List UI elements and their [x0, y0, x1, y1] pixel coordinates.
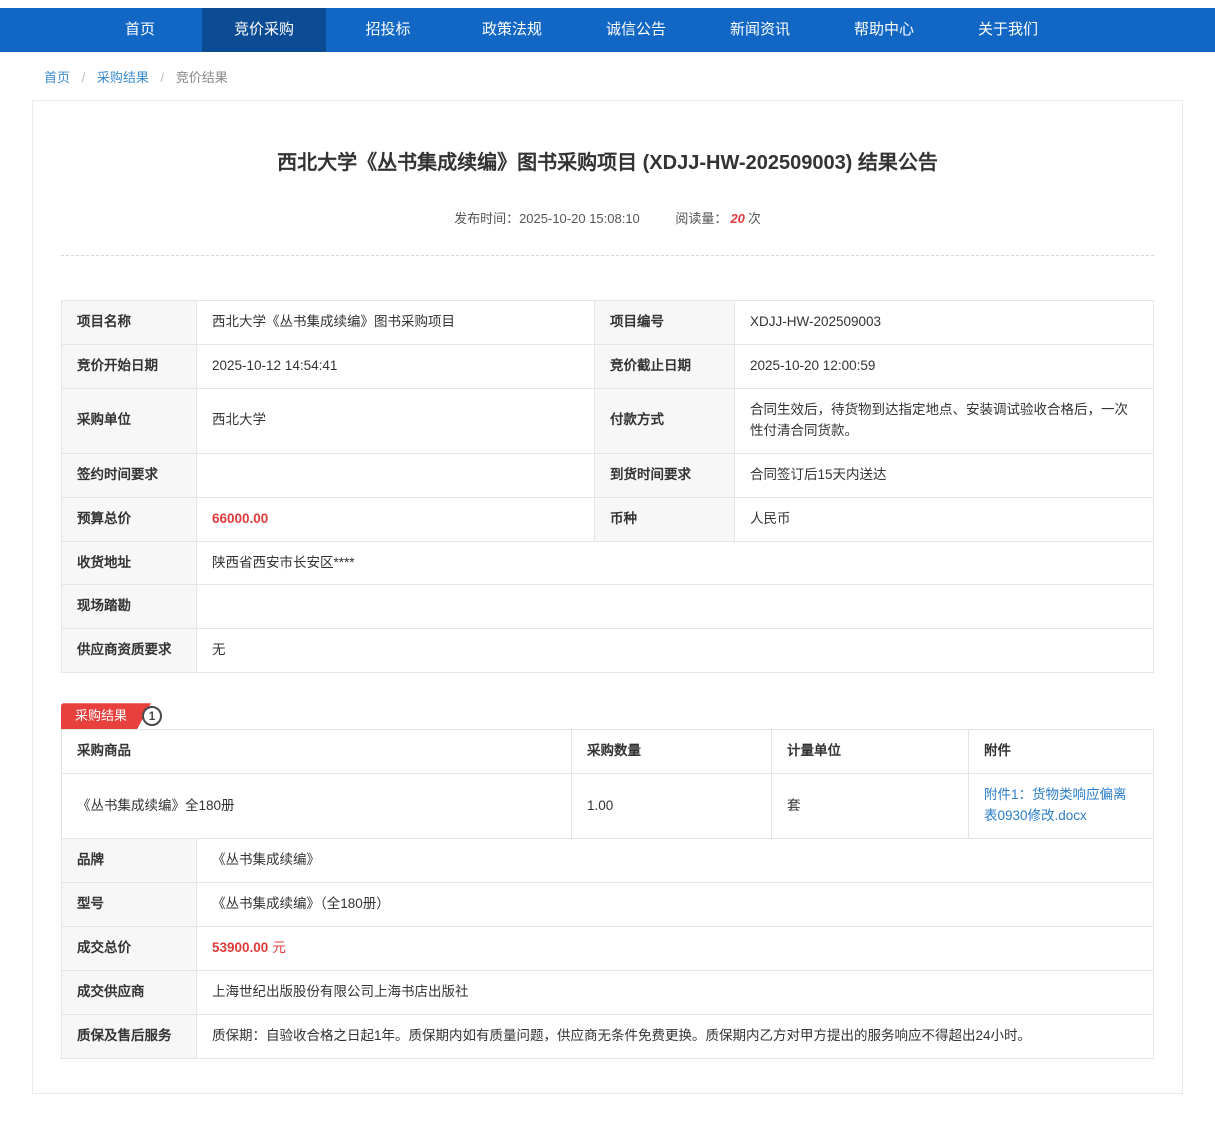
info-label: 收货地址: [62, 541, 197, 585]
nav-item-bidding-procurement[interactable]: 竞价采购: [202, 8, 326, 52]
detail-label: 成交总价: [62, 926, 197, 970]
breadcrumb-home-link[interactable]: 首页: [44, 70, 70, 85]
table-row: 收货地址 陕西省西安市长安区****: [62, 541, 1154, 585]
detail-value: 上海世纪出版股份有限公司上海书店出版社: [197, 970, 1154, 1014]
info-label: 签约时间要求: [62, 453, 197, 497]
product-name: 《丛书集成续编》全180册: [62, 774, 572, 839]
info-value: 无: [197, 629, 1154, 673]
detail-label: 品牌: [62, 839, 197, 883]
attachment-link[interactable]: 附件1：货物类响应偏离表0930修改.docx: [984, 787, 1127, 823]
detail-value: 《丛书集成续编》: [197, 839, 1154, 883]
info-value: 西北大学: [197, 388, 595, 453]
info-label: 付款方式: [595, 388, 735, 453]
nav-item-help-center[interactable]: 帮助中心: [822, 8, 946, 52]
top-navigation: 首页 竞价采购 招投标 政策法规 诚信公告 新闻资讯 帮助中心 关于我们: [0, 8, 1215, 52]
info-label: 币种: [595, 497, 735, 541]
publish-time: 发布时间：2025-10-20 15:08:10: [454, 211, 643, 226]
table-row: 品牌 《丛书集成续编》: [62, 839, 1154, 883]
nav-item-news[interactable]: 新闻资讯: [698, 8, 822, 52]
budget-total-value: 66000.00: [212, 511, 268, 526]
table-row: 供应商资质要求 无: [62, 629, 1154, 673]
table-row: 预算总价 66000.00 币种 人民币: [62, 497, 1154, 541]
table-row: 签约时间要求 到货时间要求 合同签订后15天内送达: [62, 453, 1154, 497]
announcement-card: 西北大学《丛书集成续编》图书采购项目 (XDJJ-HW-202509003) 结…: [32, 100, 1183, 1094]
deal-total-price-unit: 元: [272, 940, 286, 955]
result-detail-table: 品牌 《丛书集成续编》 型号 《丛书集成续编》（全180册） 成交总价 5390…: [61, 838, 1154, 1059]
column-header-attachment: 附件: [969, 730, 1154, 774]
breadcrumb-separator: /: [161, 70, 165, 85]
product-quantity: 1.00: [572, 774, 772, 839]
column-header-unit: 计量单位: [772, 730, 969, 774]
info-value: 2025-10-20 12:00:59: [735, 344, 1154, 388]
info-value budget-total: 66000.00: [197, 497, 595, 541]
result-ribbon-row: 采购结果 1: [61, 703, 1154, 729]
view-count-value: 20: [730, 211, 744, 226]
detail-value: 《丛书集成续编》（全180册）: [197, 882, 1154, 926]
nav-item-tender[interactable]: 招投标: [326, 8, 450, 52]
info-label: 项目名称: [62, 301, 197, 345]
column-header-quantity: 采购数量: [572, 730, 772, 774]
table-row: 采购单位 西北大学 付款方式 合同生效后，待货物到达指定地点、安装调试验收合格后…: [62, 388, 1154, 453]
info-value: 陕西省西安市长安区****: [197, 541, 1154, 585]
info-label: 竞价截止日期: [595, 344, 735, 388]
procurement-result-section: 采购结果 1 采购商品 采购数量 计量单位 附件 《丛书集成续编》全180册 1…: [61, 703, 1154, 1058]
article-meta: 发布时间：2025-10-20 15:08:10 阅读量：20 次: [61, 208, 1154, 256]
breadcrumb-separator: /: [82, 70, 86, 85]
table-row: 项目名称 西北大学《丛书集成续编》图书采购项目 项目编号 XDJJ-HW-202…: [62, 301, 1154, 345]
result-product-table: 采购商品 采购数量 计量单位 附件 《丛书集成续编》全180册 1.00 套 附…: [61, 729, 1154, 839]
deal-total-price-value: 53900.00: [212, 940, 268, 955]
nav-item-policy[interactable]: 政策法规: [450, 8, 574, 52]
view-count: 阅读量：20 次: [675, 211, 761, 226]
nav-item-about-us[interactable]: 关于我们: [946, 8, 1070, 52]
nav-item-integrity-notice[interactable]: 诚信公告: [574, 8, 698, 52]
project-info-table: 项目名称 西北大学《丛书集成续编》图书采购项目 项目编号 XDJJ-HW-202…: [61, 300, 1154, 673]
table-row: 成交总价 53900.00 元: [62, 926, 1154, 970]
nav-item-home[interactable]: 首页: [78, 8, 202, 52]
info-value: XDJJ-HW-202509003: [735, 301, 1154, 345]
info-label: 竞价开始日期: [62, 344, 197, 388]
info-value: [197, 453, 595, 497]
column-header-product: 采购商品: [62, 730, 572, 774]
table-row: 竞价开始日期 2025-10-12 14:54:41 竞价截止日期 2025-1…: [62, 344, 1154, 388]
detail-label: 成交供应商: [62, 970, 197, 1014]
info-value: 2025-10-12 14:54:41: [197, 344, 595, 388]
info-label: 采购单位: [62, 388, 197, 453]
detail-label: 型号: [62, 882, 197, 926]
deal-total-price: 53900.00 元: [197, 926, 1154, 970]
breadcrumb-current: 竞价结果: [176, 70, 228, 85]
table-row: 现场踏勘: [62, 585, 1154, 629]
table-header-row: 采购商品 采购数量 计量单位 附件: [62, 730, 1154, 774]
result-count-badge: 1: [142, 706, 162, 726]
view-count-label: 阅读量：: [675, 211, 727, 226]
info-value: 合同签订后15天内送达: [735, 453, 1154, 497]
breadcrumb: 首页 / 采购结果 / 竞价结果: [0, 52, 1215, 96]
table-row: 《丛书集成续编》全180册 1.00 套 附件1：货物类响应偏离表0930修改.…: [62, 774, 1154, 839]
result-ribbon: 采购结果: [61, 703, 151, 729]
view-count-unit: 次: [748, 211, 761, 226]
info-label: 现场踏勘: [62, 585, 197, 629]
table-row: 质保及售后服务 质保期：自验收合格之日起1年。质保期内如有质量问题，供应商无条件…: [62, 1014, 1154, 1058]
info-label: 供应商资质要求: [62, 629, 197, 673]
info-value: [197, 585, 1154, 629]
table-row: 成交供应商 上海世纪出版股份有限公司上海书店出版社: [62, 970, 1154, 1014]
detail-label: 质保及售后服务: [62, 1014, 197, 1058]
attachment-cell: 附件1：货物类响应偏离表0930修改.docx: [969, 774, 1154, 839]
detail-value: 质保期：自验收合格之日起1年。质保期内如有质量问题，供应商无条件免费更换。质保期…: [197, 1014, 1154, 1058]
publish-time-label: 发布时间：: [454, 211, 519, 226]
breadcrumb-section-link[interactable]: 采购结果: [97, 70, 149, 85]
info-label: 项目编号: [595, 301, 735, 345]
info-value: 人民币: [735, 497, 1154, 541]
publish-time-value: 2025-10-20 15:08:10: [519, 211, 640, 226]
info-value: 合同生效后，待货物到达指定地点、安装调试验收合格后，一次性付清合同货款。: [735, 388, 1154, 453]
info-label: 预算总价: [62, 497, 197, 541]
info-value: 西北大学《丛书集成续编》图书采购项目: [197, 301, 595, 345]
info-label: 到货时间要求: [595, 453, 735, 497]
page-title: 西北大学《丛书集成续编》图书采购项目 (XDJJ-HW-202509003) 结…: [131, 149, 1084, 178]
product-unit: 套: [772, 774, 969, 839]
table-row: 型号 《丛书集成续编》（全180册）: [62, 882, 1154, 926]
